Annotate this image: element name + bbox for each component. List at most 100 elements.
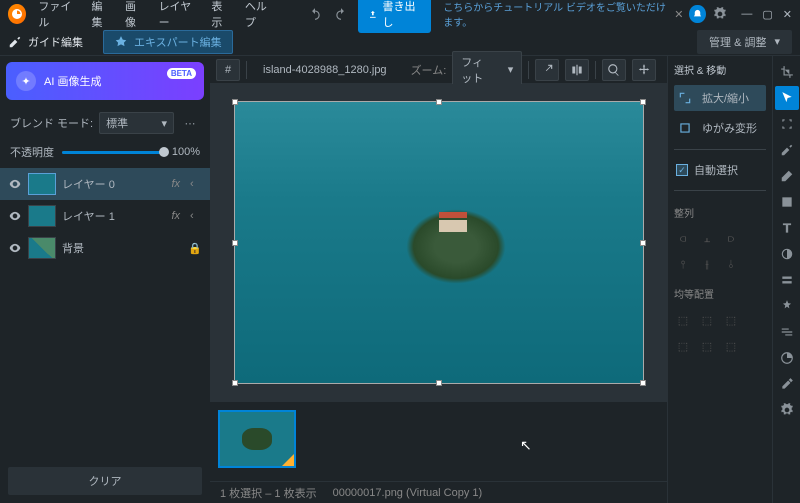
align-right[interactable]: ⫐ — [722, 230, 740, 248]
dist-h3[interactable]: ⬚ — [722, 311, 740, 329]
text-tool[interactable] — [775, 216, 799, 240]
color-tool[interactable] — [775, 346, 799, 370]
status-selection: 1 枚選択 – 1 枚表示 — [220, 485, 317, 501]
guide-edit-mode[interactable]: ガイド編集 — [8, 34, 83, 50]
opacity-slider[interactable] — [62, 151, 164, 154]
pan-tool[interactable] — [632, 59, 656, 81]
opacity-value: 100% — [172, 146, 200, 158]
handle-bm[interactable] — [436, 380, 442, 386]
eyedropper-tool[interactable] — [775, 372, 799, 396]
tutorial-link[interactable]: こちらからチュートリアル ビデオをご覧いただけます。 — [443, 0, 668, 29]
visibility-icon[interactable] — [8, 241, 22, 255]
layer-2[interactable]: 背景 🔒 — [0, 232, 210, 264]
scale-icon — [676, 89, 694, 107]
adjust-tool[interactable] — [775, 320, 799, 344]
gradient-tool[interactable] — [775, 242, 799, 266]
settings-button[interactable] — [712, 4, 730, 24]
fx-badge: fx — [171, 178, 180, 190]
status-filename: 00000017.png (Virtual Copy 1) — [333, 487, 483, 499]
zoom-label: ズーム: — [411, 62, 447, 78]
cursor-icon: ↖ — [520, 437, 532, 454]
layer-thumbnail — [28, 173, 56, 195]
align-bottom[interactable]: ⫰ — [722, 256, 740, 274]
panel-title: 選択 & 移動 — [674, 62, 766, 77]
layer-0[interactable]: レイヤー 0 fx ‹ — [0, 168, 210, 200]
more-tool[interactable] — [775, 398, 799, 422]
zoom-scale-tool[interactable]: 拡大/縮小 — [674, 85, 766, 111]
crop-tool[interactable] — [775, 60, 799, 84]
thumbnail-1[interactable] — [218, 410, 296, 468]
dist-v2[interactable]: ⬚ — [698, 337, 716, 355]
layer-1[interactable]: レイヤー 1 fx ‹ — [0, 200, 210, 232]
expert-edit-mode[interactable]: エキスパート編集 — [103, 30, 233, 54]
auto-select-checkbox[interactable]: ✓自動選択 — [674, 158, 766, 182]
menu-image[interactable]: 画像 — [125, 0, 145, 30]
notifications-button[interactable] — [689, 5, 705, 23]
dist-h1[interactable]: ⬚ — [674, 311, 692, 329]
chevron-icon[interactable]: ‹ — [190, 178, 202, 190]
blend-mode-label: ブレンド モード: — [10, 115, 93, 131]
close-button[interactable]: ✕ — [783, 8, 792, 21]
handle-tl[interactable] — [232, 99, 238, 105]
effects-tool[interactable] — [775, 294, 799, 318]
compare-button[interactable] — [565, 59, 589, 81]
visibility-icon[interactable] — [8, 209, 22, 223]
align-vcenter[interactable]: ⫲ — [698, 256, 716, 274]
blend-options-icon[interactable]: ⋯ — [180, 113, 200, 133]
menu-edit[interactable]: 編集 — [91, 0, 111, 30]
dist-v3[interactable]: ⬚ — [722, 337, 740, 355]
menu-view[interactable]: 表示 — [211, 0, 231, 30]
manage-adjust-button[interactable]: 管理 & 調整▾ — [697, 30, 792, 54]
distribute-section: 均等配置 — [674, 286, 766, 301]
visibility-icon[interactable] — [8, 177, 22, 191]
redo-button[interactable] — [332, 4, 350, 24]
maximize-button[interactable]: ▢ — [762, 8, 772, 21]
align-hcenter[interactable]: ⫠ — [698, 230, 716, 248]
warp-tool[interactable]: ゆがみ変形 — [674, 115, 766, 141]
shape-tool[interactable] — [775, 190, 799, 214]
share-button[interactable] — [535, 59, 559, 81]
warp-icon — [676, 119, 694, 137]
tutorial-close[interactable]: ✕ — [674, 8, 683, 21]
grid-toggle[interactable]: # — [216, 59, 240, 81]
handle-br[interactable] — [640, 380, 646, 386]
zoom-tool[interactable] — [602, 59, 626, 81]
align-top[interactable]: ⫯ — [674, 256, 692, 274]
handle-ml[interactable] — [232, 240, 238, 246]
app-logo — [8, 4, 26, 24]
menu-layer[interactable]: レイヤー — [159, 0, 198, 30]
layer-name: 背景 — [62, 240, 182, 256]
ai-image-gen-button[interactable]: ✦ AI 画像生成 BETA — [6, 62, 204, 100]
handle-tm[interactable] — [436, 99, 442, 105]
align-section: 整列 — [674, 205, 766, 220]
beta-badge: BETA — [167, 68, 196, 79]
move-tool[interactable] — [775, 86, 799, 110]
chevron-icon[interactable]: ‹ — [190, 210, 202, 222]
dist-h2[interactable]: ⬚ — [698, 311, 716, 329]
canvas-image[interactable] — [234, 101, 644, 384]
fill-tool[interactable] — [775, 268, 799, 292]
dist-v1[interactable]: ⬚ — [674, 337, 692, 355]
lock-icon: 🔒 — [188, 242, 202, 255]
brush-tool[interactable] — [775, 138, 799, 162]
selection-tool[interactable] — [775, 112, 799, 136]
canvas[interactable] — [210, 84, 667, 401]
clear-button[interactable]: クリア — [8, 467, 202, 495]
undo-button[interactable] — [306, 4, 324, 24]
handle-mr[interactable] — [640, 240, 646, 246]
menu-help[interactable]: ヘルプ — [245, 0, 274, 30]
menu-file[interactable]: ファイル — [38, 0, 77, 30]
layer-name: レイヤー 1 — [62, 208, 165, 224]
align-left[interactable]: ⫏ — [674, 230, 692, 248]
minimize-button[interactable]: — — [741, 8, 752, 21]
flag-icon — [282, 454, 294, 466]
handle-bl[interactable] — [232, 380, 238, 386]
opacity-label: 不透明度 — [10, 144, 54, 160]
zoom-select[interactable]: フィット▾ — [452, 51, 522, 89]
file-tab[interactable]: island-4028988_1280.jpg — [253, 61, 397, 79]
eraser-tool[interactable] — [775, 164, 799, 188]
blend-mode-select[interactable]: 標準▾ — [99, 112, 174, 134]
layer-name: レイヤー 0 — [62, 176, 165, 192]
handle-tr[interactable] — [640, 99, 646, 105]
export-button[interactable]: 書き出し — [358, 0, 431, 33]
